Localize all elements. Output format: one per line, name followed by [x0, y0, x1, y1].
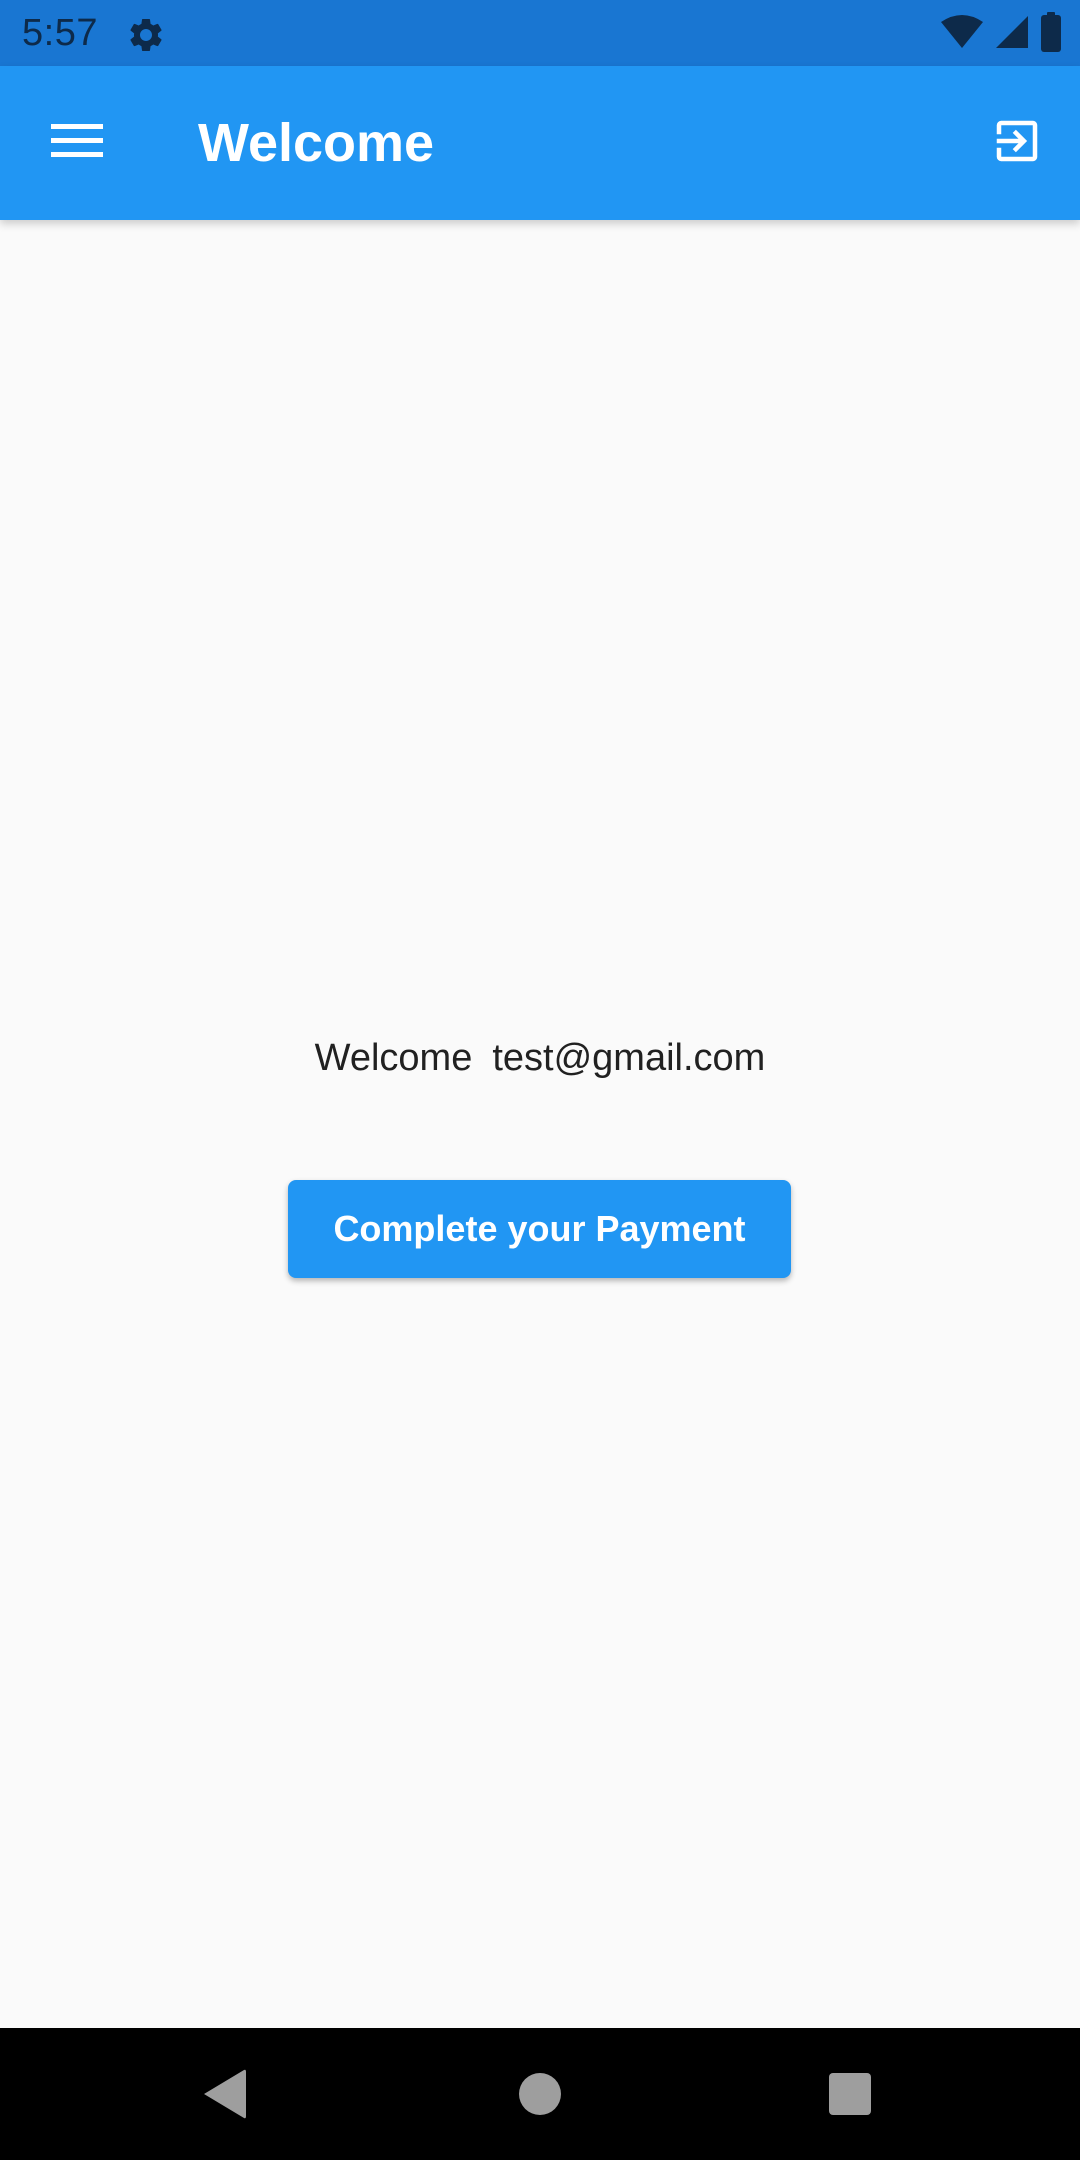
page-title: Welcome [198, 113, 435, 173]
settings-gear-icon [126, 15, 166, 55]
hamburger-menu-icon [51, 121, 103, 166]
user-email: test@gmail.com [492, 1037, 766, 1079]
status-icons [940, 11, 1062, 57]
cellular-signal-icon [994, 14, 1030, 55]
system-nav-bar [0, 2028, 1080, 2160]
recents-icon[interactable] [829, 2073, 871, 2115]
app-bar: Welcome [0, 66, 1080, 220]
complete-payment-button[interactable]: Complete your Payment [288, 1180, 791, 1278]
wifi-icon [940, 14, 984, 55]
status-time: 5:57 [22, 12, 98, 54]
exit-to-app-icon [990, 114, 1044, 173]
screen: 5:57 Welcome Welcome test@gmail.com Comp… [0, 0, 1080, 2160]
battery-icon [1040, 11, 1062, 57]
status-bar: 5:57 [0, 0, 1080, 66]
menu-button[interactable] [40, 111, 114, 175]
welcome-message: Welcome test@gmail.com [0, 1030, 1080, 1086]
back-icon[interactable] [202, 2068, 248, 2120]
logout-button[interactable] [984, 110, 1050, 176]
welcome-prefix: Welcome [314, 1037, 473, 1079]
home-icon[interactable] [519, 2073, 561, 2115]
